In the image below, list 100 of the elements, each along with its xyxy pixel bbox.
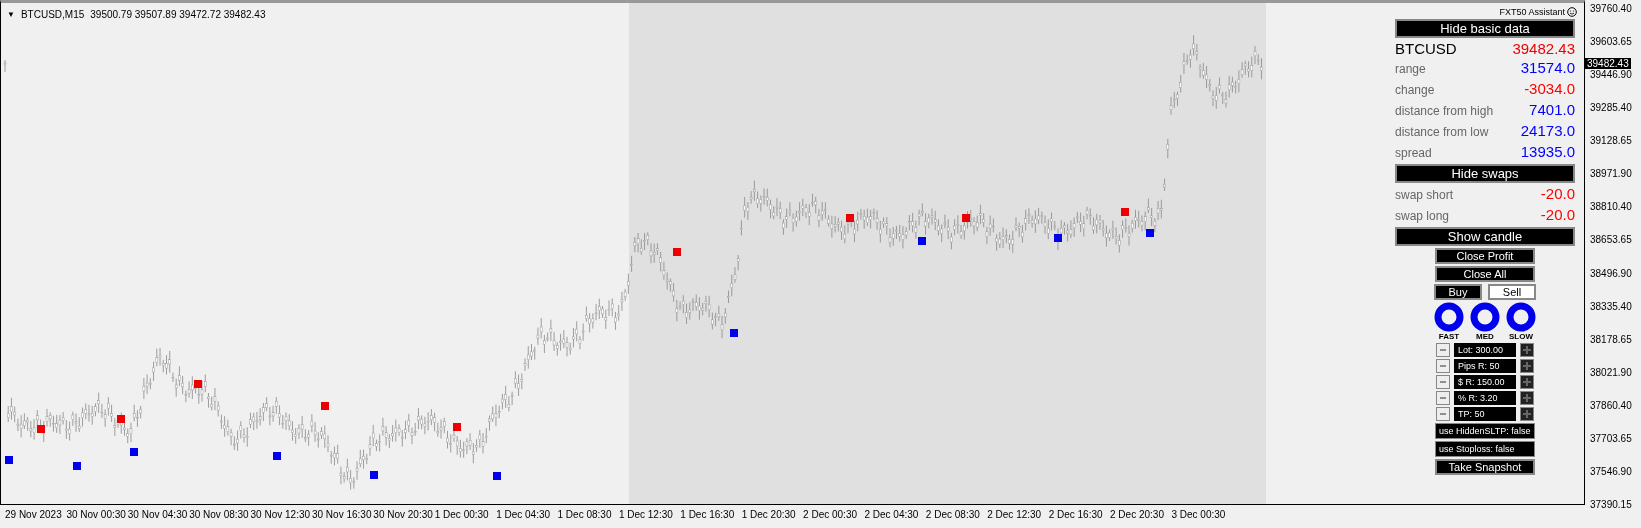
buy-signal-icon (1146, 229, 1154, 237)
time-label: 2 Dec 16:30 (1047, 509, 1104, 522)
symbol-price: 39482.43 (1512, 40, 1575, 57)
buy-signal-icon (918, 237, 926, 245)
stat-label: distance from high (1395, 103, 1494, 120)
plus-button[interactable] (1520, 375, 1534, 389)
time-label: 29 Nov 2023 (4, 509, 62, 522)
stat-value: -20.0 (1540, 206, 1575, 223)
minus-button[interactable] (1436, 359, 1450, 373)
plus-icon (1521, 344, 1533, 356)
price-label: 38021.90 (1590, 366, 1633, 378)
sell-signal-icon (846, 214, 854, 222)
stat-value: -3034.0 (1524, 80, 1575, 97)
hide-swaps-button[interactable]: Hide swaps (1395, 164, 1575, 183)
sell-signal-icon (453, 423, 461, 431)
close-button[interactable]: Close All (1435, 266, 1535, 282)
speed-label: MED (1476, 332, 1494, 341)
toggle-button[interactable]: use Stoploss: false (1435, 441, 1535, 457)
trade-button[interactable]: Buy (1434, 284, 1482, 300)
sell-signal-icon (194, 380, 202, 388)
sell-signal-icon (37, 425, 45, 433)
value-field[interactable]: $ R: 150.00 (1454, 375, 1516, 389)
plus-button[interactable] (1520, 359, 1534, 373)
speed-label: FAST (1438, 332, 1460, 341)
show-candle-button[interactable]: Show candle (1395, 227, 1575, 246)
buy-signal-icon (730, 329, 738, 337)
value-field[interactable]: Pips R: 50 (1454, 359, 1516, 373)
panel-title: FXT50 Assistant (1499, 7, 1565, 17)
close-button[interactable]: Close Profit (1435, 248, 1535, 264)
buy-signal-icon (370, 471, 378, 479)
value-field[interactable]: Lot: 300.00 (1454, 343, 1516, 357)
snapshot-button[interactable]: Take Snapshot (1435, 459, 1535, 475)
time-label: 1 Dec 08:30 (556, 509, 613, 522)
stat-value: -20.0 (1540, 185, 1575, 202)
minus-button[interactable] (1436, 343, 1450, 357)
time-label: 1 Dec 12:30 (617, 509, 674, 522)
symbol-label: BTCUSD,M15 (20, 9, 85, 20)
price-label: 39128.65 (1590, 135, 1633, 147)
trade-button[interactable]: Sell (1488, 284, 1536, 300)
stat-label: change (1395, 82, 1435, 99)
buy-signal-icon (1054, 234, 1062, 242)
time-label: 2 Dec 12:30 (986, 509, 1043, 522)
price-label: 37860.40 (1590, 399, 1633, 411)
stat-value: 31574.0 (1520, 59, 1575, 76)
buy-signal-icon (73, 462, 81, 470)
stat-label: range (1395, 61, 1426, 78)
stat-value: 13935.0 (1520, 143, 1575, 160)
price-label: 38653.65 (1590, 234, 1633, 246)
buy-signal-icon (130, 448, 138, 456)
plus-icon (1521, 392, 1533, 404)
price-label: 39603.65 (1590, 36, 1633, 48)
speed-label: SLOW (1509, 332, 1533, 341)
symbol-name: BTCUSD (1395, 40, 1457, 57)
stat-value: 24173.0 (1520, 122, 1575, 139)
price-label: 37390.15 (1590, 498, 1633, 510)
menu-glyph[interactable]: ▼ (7, 10, 15, 19)
buy-signal-icon (493, 472, 501, 480)
price-label: 38971.90 (1590, 168, 1633, 180)
value-field[interactable]: % R: 3.20 (1454, 391, 1516, 405)
price-label: 39446.90 (1590, 69, 1633, 81)
minus-button[interactable] (1436, 375, 1450, 389)
plus-icon (1521, 360, 1533, 372)
time-label: 2 Dec 08:30 (924, 509, 981, 522)
stat-label: swap short (1395, 187, 1454, 204)
ring-icon[interactable] (1506, 302, 1536, 332)
time-label: 2 Dec 00:30 (802, 509, 858, 522)
price-label: 38496.90 (1590, 267, 1633, 279)
hide-basic-data-button[interactable]: Hide basic data (1395, 19, 1575, 38)
price-label: 37703.65 (1590, 432, 1633, 444)
stat-label: distance from low (1395, 124, 1489, 141)
ring-icon[interactable] (1434, 302, 1464, 332)
current-price-tag: 39482.43 (1585, 58, 1631, 69)
plus-button[interactable] (1520, 391, 1534, 405)
sell-signal-icon (673, 248, 681, 256)
sell-signal-icon (1121, 208, 1129, 216)
buy-signal-icon (273, 452, 281, 460)
plus-icon (1521, 408, 1533, 420)
price-label: 38335.40 (1590, 300, 1633, 312)
time-label: 2 Dec 04:30 (863, 509, 920, 522)
sell-signal-icon (962, 214, 970, 222)
price-label: 39760.40 (1590, 3, 1633, 14)
minus-button[interactable] (1436, 391, 1450, 405)
plus-button[interactable] (1520, 407, 1534, 421)
buy-signal-icon (5, 456, 13, 464)
stat-label: spread (1395, 145, 1432, 162)
sell-signal-icon (321, 402, 329, 410)
ohlc-values: 39500.79 39507.89 39472.72 39482.43 (90, 9, 266, 20)
smiley-icon (1567, 7, 1577, 17)
stat-label: swap long (1395, 208, 1450, 225)
price-label: 38810.40 (1590, 201, 1633, 213)
sell-signal-icon (117, 415, 125, 423)
toggle-button[interactable]: use HiddenSLTP: false (1435, 423, 1535, 439)
minus-button[interactable] (1436, 407, 1450, 421)
price-label: 37546.90 (1590, 465, 1633, 477)
price-label: 39285.40 (1590, 102, 1633, 114)
value-field[interactable]: TP: 50 (1454, 407, 1516, 421)
plus-button[interactable] (1520, 343, 1534, 357)
time-label: 1 Dec 16:30 (679, 509, 736, 522)
ring-icon[interactable] (1470, 302, 1500, 332)
time-label: 2 Dec 20:30 (1109, 509, 1165, 522)
